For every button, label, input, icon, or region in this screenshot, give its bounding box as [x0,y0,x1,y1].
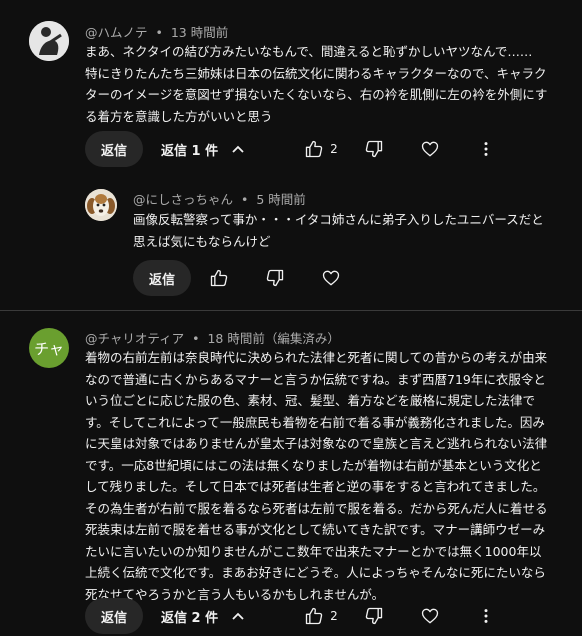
comment-text-line: その為生者が右前で服を着るなら死者は左前で服を着る。だから死んだ人に着せる [85,500,548,516]
reply-actions: 返信 [133,260,349,296]
comment-actions: 返信 返信 1 件 2 [85,131,504,167]
more-vert-icon [484,609,488,623]
avatar-nishisacchan[interactable] [85,189,117,221]
comment-text-line: 死装束は左前で服を着せる事が文化として続いてきた訳です。マナー講師ウゼーみ [85,522,546,537]
comment-text-line: です。一応8世紀頃にはこの法は無くなりましたが着物は右前が基本という文化と [85,457,542,473]
heart-icon [421,141,439,157]
thumb-up-icon [305,607,323,625]
heart-icon [421,608,439,624]
reply-author[interactable]: @にしさっちゃん [133,192,233,207]
replies-count-label: 返信 1 件 [161,143,219,159]
reply-text: 画像反転警察って事か・・・イタコ姉さんに弟子入りしたユニバースだと 思えば気にも… [133,209,544,252]
heart-button[interactable] [412,131,448,167]
meta-separator: • [192,331,200,346]
more-options-button[interactable] [468,131,504,167]
thumb-up-icon [210,269,228,287]
avatar-initials: チャ [34,339,64,358]
like-button[interactable] [201,260,237,296]
like-count: 2 [330,142,338,156]
comment-meta: @チャリオティア • 18 時間前（編集済み） [85,328,340,347]
chevron-up-icon [232,612,244,620]
comment-time[interactable]: 13 時間前 [171,25,228,40]
like-button[interactable] [296,131,332,167]
reply-time[interactable]: 5 時間前 [256,192,305,207]
thumb-down-icon [365,607,383,625]
view-replies-button[interactable]: 返信 2 件 [149,598,258,634]
thumb-down-icon [266,269,284,287]
reply-button[interactable]: 返信 [133,260,192,296]
heart-button[interactable] [412,598,448,634]
comment-thread-2: チャ @チャリオティア • 18 時間前（編集済み） 着物の右前左前は奈良時代に… [0,311,582,636]
avatar-chariotia[interactable]: チャ [29,328,69,368]
heart-icon [322,270,340,286]
comment-text-line: いう位ごとに応じた服の色、素材、冠、髪型、着方などを厳格に規定した法律で [85,393,536,408]
comment-text-line: 着物の右前左前は奈良時代に決められた法律と死者に関しての昔からの考えが由来 [85,350,548,365]
comment-actions: 返信 返信 2 件 2 [85,598,504,634]
dislike-button[interactable] [356,598,392,634]
comment-text-line: なので普通に古くからあるマナーと言うか伝統ですね。まず西暦719年に衣服令と [85,371,546,387]
comment-text-line: ターのイメージを意図せず損ないたくないなら、右の衿を肌側に左の衿を外側にす [85,87,548,102]
comment-text-line: に天皇は対象ではありませんが皇太子は対象なので皇族と言えど逃れられない法律 [85,436,548,451]
comment-text-line: たいに言いたいのか知りませんがここ数年で出来たマナーとかでは無く1000年以 [85,543,542,559]
more-options-button[interactable] [468,598,504,634]
more-vert-icon [484,142,488,156]
comment-text-line: まあ、ネクタイの結び方みたいなもんで、間違えると恥ずかしいヤツなんで…… [85,44,533,59]
dislike-button[interactable] [356,131,392,167]
avatar-hamunote[interactable] [29,21,69,61]
comment-text: まあ、ネクタイの結び方みたいなもんで、間違えると恥ずかしいヤツなんで…… 特にき… [85,41,547,127]
comment-thread-1: @ハムノテ • 13 時間前 まあ、ネクタイの結び方みたいなもんで、間違えると恥… [0,0,582,310]
thumb-up-icon [305,140,323,158]
comment-text-line: して残りました。そして日本では死者は生者と逆の事をすると言われてきました。 [85,479,546,494]
reply-button[interactable]: 返信 [85,131,144,167]
replies-count-label: 返信 2 件 [161,610,219,626]
reply-text-line: 思えば気にもならんけど [133,233,271,249]
meta-separator: • [241,192,249,207]
dislike-button[interactable] [257,260,293,296]
view-replies-button[interactable]: 返信 1 件 [149,131,258,167]
reply-meta: @にしさっちゃん • 5 時間前 [133,189,306,208]
comment-text-line: 上続く伝統で文化です。まあお好きにどうぞ。人によっちゃそんなに死にたいなら [85,565,546,580]
like-count: 2 [330,609,338,623]
meta-separator: • [155,25,163,40]
avatar-dog-image [85,189,117,221]
thumb-down-icon [365,140,383,158]
comment-meta: @ハムノテ • 13 時間前 [85,22,228,41]
chevron-up-icon [232,145,244,153]
comment-time[interactable]: 18 時間前（編集済み） [207,331,339,346]
comment-text-line: 特にきりたんたち三姉妹は日本の伝統文化に関わるキャラクターなので、キャラク [85,65,547,81]
like-button[interactable] [296,598,332,634]
reply-button[interactable]: 返信 [85,598,144,634]
comment-author[interactable]: @ハムノテ [85,25,148,40]
reply-text-line: 画像反転警察って事か・・・イタコ姉さんに弟子入りしたユニバースだと [133,212,544,227]
comment-text-line: る着方を意識した方がいいと思う [85,108,273,124]
avatar-figure-image [29,21,69,61]
heart-button[interactable] [313,260,349,296]
comment-author[interactable]: @チャリオティア [85,331,184,346]
comment-text-line: す。そしてこれによって一般庶民も着物を右前で着る事が義務化されました。因み [85,414,545,430]
comment-text: 着物の右前左前は奈良時代に決められた法律と死者に関しての昔からの考えが由来 なの… [85,347,548,605]
